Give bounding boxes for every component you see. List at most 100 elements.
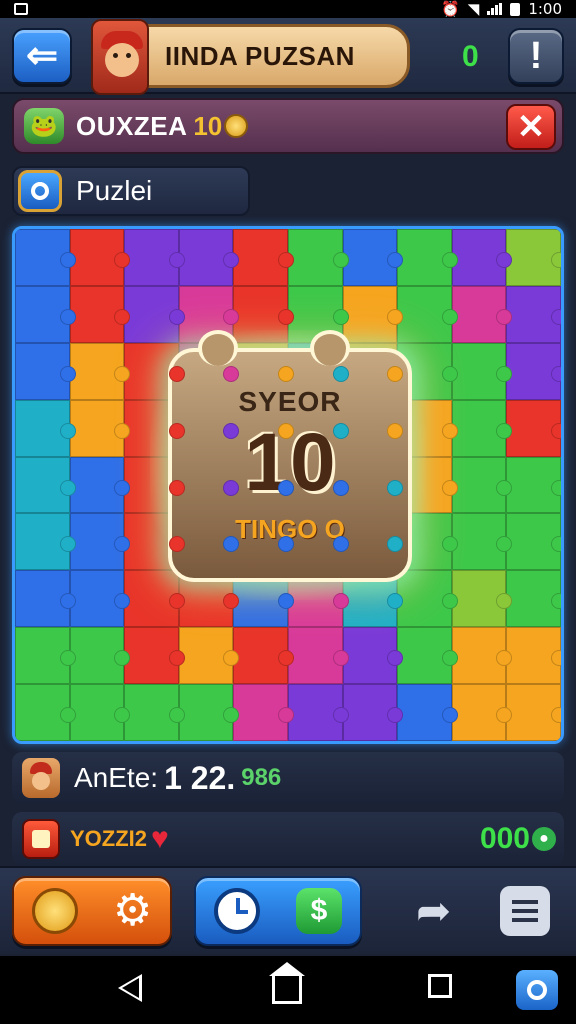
puzzle-piece[interactable] — [178, 684, 239, 741]
card-knob-left — [198, 330, 238, 366]
dollar-icon[interactable]: $ — [296, 888, 342, 934]
puzzle-piece[interactable] — [451, 570, 512, 628]
avatar — [91, 19, 149, 95]
tab-label: Puzlei — [76, 175, 153, 206]
puzzle-piece[interactable] — [451, 627, 512, 685]
puzzle-piece[interactable] — [15, 627, 76, 685]
puzzle-piece[interactable] — [506, 570, 561, 628]
puzzle-piece[interactable] — [69, 513, 130, 571]
puzzle-piece[interactable] — [451, 456, 512, 514]
player-extra: 986 — [241, 764, 282, 791]
puzzle-piece[interactable] — [69, 399, 130, 457]
back-button[interactable]: ⇐ — [12, 28, 72, 84]
reward-row: YOZZI2 ♥ 000 ● — [12, 812, 564, 866]
puzzle-piece[interactable] — [397, 229, 458, 286]
puzzle-piece[interactable] — [451, 285, 512, 343]
puzzle-piece[interactable] — [15, 570, 76, 628]
nav-back-icon[interactable] — [118, 974, 142, 1002]
puzzle-piece[interactable] — [506, 229, 561, 286]
coin-icon[interactable] — [31, 888, 78, 934]
puzzle-piece[interactable] — [287, 684, 349, 741]
notification-icon — [14, 3, 28, 15]
puzzle-piece[interactable] — [451, 399, 512, 457]
puzzle-piece[interactable] — [69, 342, 130, 400]
leaf-icon: ● — [532, 827, 556, 851]
puzzle-piece[interactable] — [124, 627, 185, 685]
puzzle-piece[interactable] — [69, 229, 130, 286]
exclamation-icon: ! — [529, 35, 543, 77]
nav-recent-icon[interactable] — [428, 974, 452, 998]
puzzle-piece[interactable] — [15, 513, 76, 571]
puzzle-board[interactable] — [12, 226, 564, 744]
quest-label: OUXZEA — [76, 110, 188, 141]
alarm-icon: ⏰ — [441, 0, 460, 18]
puzzle-piece[interactable] — [124, 229, 185, 286]
toolbar-group-orange: ⚙ — [12, 876, 172, 946]
puzzle-piece[interactable] — [178, 229, 239, 286]
puzzle-piece[interactable] — [342, 684, 403, 741]
system-nav-bar — [0, 956, 576, 1024]
puzzle-piece[interactable] — [69, 456, 130, 514]
wifi-icon: ◥ — [467, 0, 480, 18]
puzzle-piece[interactable] — [451, 229, 512, 286]
arrow-left-icon: ⇐ — [26, 35, 58, 77]
alert-button[interactable]: ! — [508, 28, 564, 84]
puzzle-piece[interactable] — [342, 229, 403, 286]
puzzle-piece[interactable] — [287, 229, 349, 286]
gift-icon — [22, 819, 60, 859]
puzzle-piece[interactable] — [506, 513, 561, 571]
reward-score: 000 — [479, 822, 530, 855]
status-icons: ⏰ ◥ 1:00 — [441, 0, 562, 18]
game-title: IINDA PUZSAN — [165, 40, 355, 71]
puzzle-piece[interactable] — [69, 684, 130, 741]
puzzle-piece[interactable] — [15, 229, 76, 286]
puzzle-piece[interactable] — [178, 627, 239, 685]
status-bar: ⏰ ◥ 1:00 — [0, 0, 576, 18]
clock-icon[interactable] — [214, 888, 260, 934]
puzzle-piece[interactable] — [506, 399, 561, 457]
puzzle-piece[interactable] — [15, 456, 76, 514]
puzzle-piece[interactable] — [233, 229, 294, 286]
puzzle-piece[interactable] — [506, 456, 561, 514]
ring-icon — [18, 170, 62, 212]
puzzle-piece[interactable] — [506, 342, 561, 400]
puzzle-piece[interactable] — [506, 627, 561, 685]
nav-home-icon[interactable] — [269, 962, 305, 1004]
heart-icon: ♥ — [151, 822, 169, 855]
puzzle-piece[interactable] — [451, 342, 512, 400]
puzzle-piece[interactable] — [506, 684, 561, 741]
puzzle-piece[interactable] — [124, 684, 185, 741]
puzzle-piece[interactable] — [397, 627, 458, 685]
puzzle-piece[interactable] — [69, 627, 130, 685]
share-icon[interactable]: ➦ — [416, 890, 451, 932]
puzzle-piece[interactable] — [451, 684, 512, 741]
reward-label: YOZZI2 — [70, 826, 148, 851]
tab-puzzle[interactable]: Puzlei — [12, 166, 250, 216]
puzzle-piece[interactable] — [15, 342, 76, 400]
puzzle-piece[interactable] — [15, 285, 76, 343]
frog-icon: 🐸 — [24, 108, 64, 144]
puzzle-piece[interactable] — [69, 285, 130, 343]
puzzle-piece[interactable] — [233, 627, 294, 685]
puzzle-piece[interactable] — [233, 684, 294, 741]
player-score: 1 22. — [164, 759, 236, 796]
puzzle-piece[interactable] — [69, 570, 130, 628]
puzzle-piece[interactable] — [342, 627, 403, 685]
bottom-toolbar: ⚙ $ ➦ — [0, 866, 576, 954]
puzzle-piece[interactable] — [15, 399, 76, 457]
puzzle-piece[interactable] — [451, 513, 512, 571]
close-button[interactable]: ✕ — [506, 104, 556, 150]
puzzle-piece[interactable] — [287, 627, 349, 685]
app-shortcut-icon[interactable] — [516, 970, 558, 1010]
battery-icon — [510, 2, 521, 16]
puzzle-piece[interactable] — [506, 285, 561, 343]
status-time: 1:00 — [528, 0, 562, 18]
menu-icon[interactable] — [500, 886, 550, 936]
gear-icon[interactable]: ⚙ — [113, 889, 152, 933]
header-bar: ⇐ IINDA PUZSAN 0 ! — [0, 18, 576, 95]
puzzle-piece[interactable] — [397, 684, 458, 741]
puzzle-piece[interactable] — [15, 684, 76, 741]
card-heading: SYEOR — [238, 386, 342, 417]
player-avatar — [22, 758, 60, 798]
quest-value: 10 — [193, 110, 223, 141]
